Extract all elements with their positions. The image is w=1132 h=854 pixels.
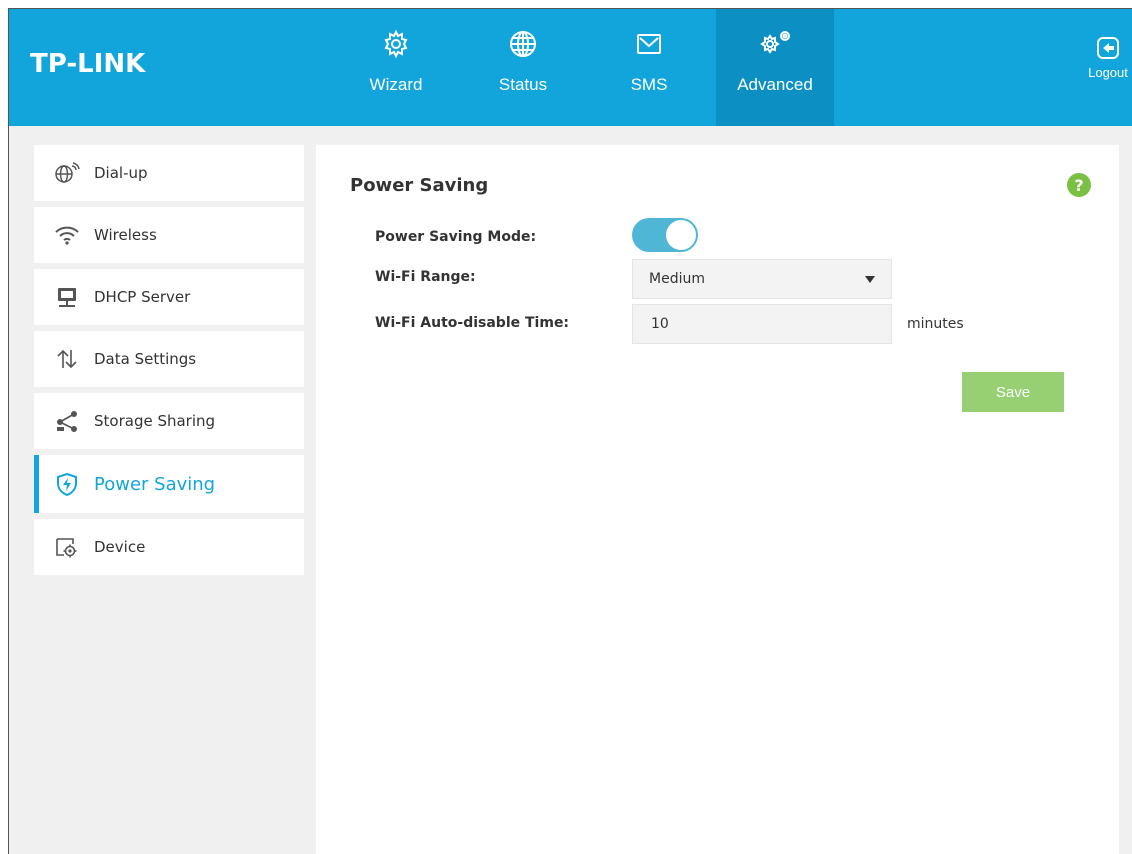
- nav-wizard-label: Wizard: [369, 75, 423, 94]
- auto-disable-label: Wi-Fi Auto-disable Time:: [375, 315, 570, 331]
- nav-sms-label: SMS: [630, 75, 668, 94]
- sidebar-item-label: Power Saving: [94, 473, 216, 495]
- nav-wizard[interactable]: Wizard: [356, 9, 436, 126]
- logout-label: Logout: [1088, 65, 1128, 80]
- device-settings-icon: [54, 534, 80, 560]
- sidebar-item-label: Wireless: [94, 226, 157, 244]
- wifi-range-select[interactable]: Medium: [632, 259, 892, 299]
- sidebar-item-dhcp-server[interactable]: DHCP Server: [34, 269, 304, 325]
- sidebar-item-device[interactable]: Device: [34, 519, 304, 575]
- brand-logo: TP-LINK: [30, 49, 146, 79]
- chevron-down-icon: [865, 276, 875, 283]
- sidebar-item-label: Dial-up: [94, 164, 148, 182]
- gears-icon: [760, 31, 790, 54]
- sidebar-item-dial-up[interactable]: Dial-up: [34, 145, 304, 201]
- globe-antenna-icon: [54, 160, 80, 186]
- auto-disable-input[interactable]: [632, 304, 892, 344]
- sidebar-item-label: DHCP Server: [94, 288, 191, 306]
- nav-status-label: Status: [498, 75, 548, 94]
- sidebar-item-label: Storage Sharing: [94, 412, 216, 430]
- logout-button[interactable]: Logout: [1085, 9, 1131, 126]
- globe-icon: [510, 31, 536, 57]
- nav-status[interactable]: Status: [483, 9, 563, 126]
- sidebar: Dial-up Wireless DHCP Server Data Settin…: [34, 145, 304, 581]
- top-header: TP-LINK Wizard Status SMS Advanced Logou…: [9, 9, 1132, 126]
- sidebar-item-wireless[interactable]: Wireless: [34, 207, 304, 263]
- logout-icon: [1097, 37, 1119, 59]
- gear-icon: [384, 29, 408, 59]
- sidebar-item-power-saving[interactable]: Power Saving: [34, 455, 304, 513]
- auto-disable-unit: minutes: [907, 316, 964, 332]
- sidebar-item-label: Device: [94, 538, 146, 556]
- page-title: Power Saving: [350, 175, 489, 196]
- power-shield-icon: [54, 471, 80, 497]
- up-down-arrows-icon: [54, 346, 80, 372]
- main-panel: Power Saving ? Power Saving Mode: Wi-Fi …: [316, 145, 1119, 854]
- nav-advanced[interactable]: Advanced: [716, 9, 834, 126]
- help-button[interactable]: ?: [1067, 173, 1091, 197]
- network-folder-icon: [54, 284, 80, 310]
- app-frame: TP-LINK Wizard Status SMS Advanced Logou…: [8, 8, 1132, 854]
- envelope-icon: [637, 34, 661, 54]
- toggle-knob: [666, 220, 696, 250]
- sidebar-item-data-settings[interactable]: Data Settings: [34, 331, 304, 387]
- wifi-range-label: Wi-Fi Range:: [375, 269, 476, 285]
- power-saving-mode-toggle[interactable]: [632, 218, 698, 252]
- sidebar-item-label: Data Settings: [94, 350, 197, 368]
- wifi-icon: [54, 222, 80, 248]
- nav-sms[interactable]: SMS: [609, 9, 689, 126]
- wifi-range-value: Medium: [649, 271, 705, 287]
- save-button[interactable]: Save: [962, 372, 1064, 412]
- sidebar-item-storage-sharing[interactable]: Storage Sharing: [34, 393, 304, 449]
- power-saving-mode-label: Power Saving Mode:: [375, 229, 537, 245]
- nav-advanced-label: Advanced: [737, 75, 813, 94]
- share-icon: [54, 408, 80, 434]
